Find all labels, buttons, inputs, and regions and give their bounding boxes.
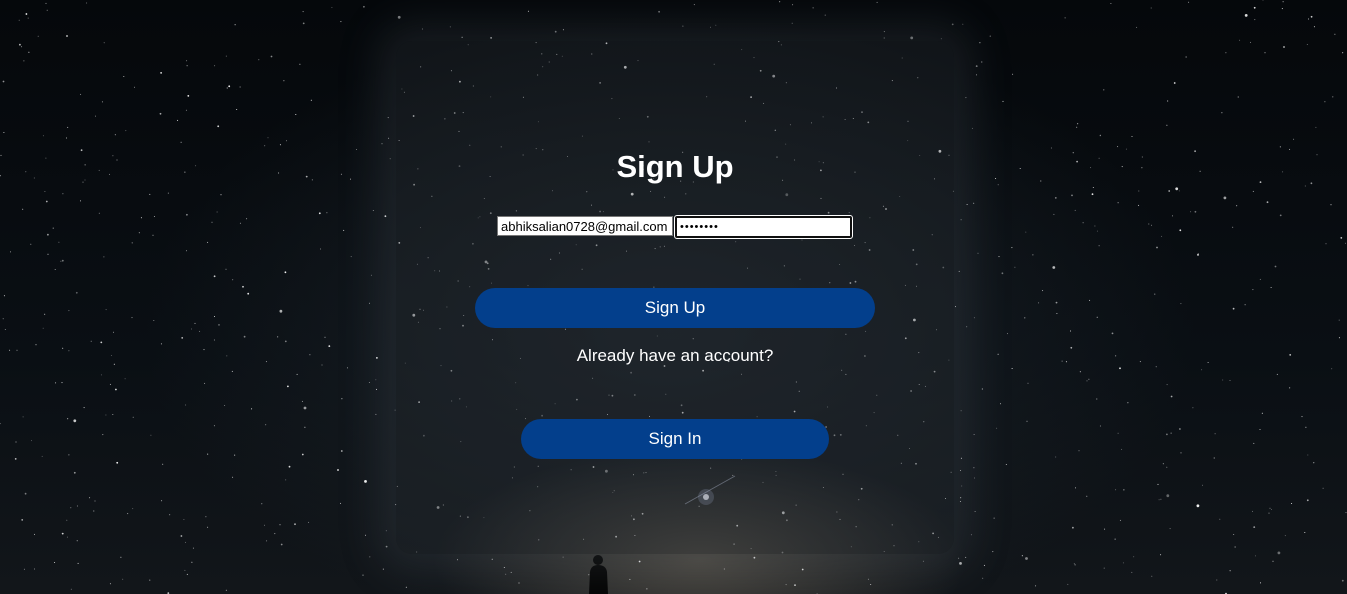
email-field[interactable] [497, 216, 673, 236]
person-silhouette [589, 555, 608, 594]
sign-in-button[interactable]: Sign In [521, 419, 829, 459]
signup-card: Sign Up Sign Up Already have an account?… [396, 41, 954, 554]
sign-up-button[interactable]: Sign Up [475, 288, 875, 328]
page-title: Sign Up [616, 149, 734, 184]
password-field[interactable] [674, 215, 853, 239]
already-have-account-text: Already have an account? [576, 346, 774, 365]
